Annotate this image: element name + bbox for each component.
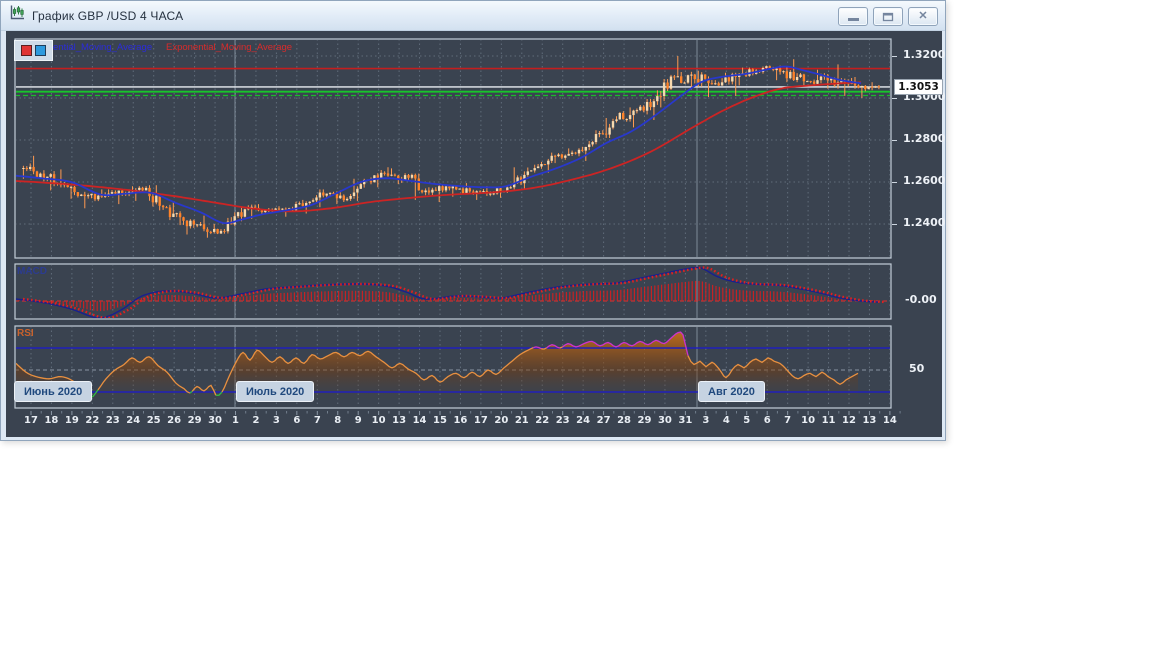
close-icon: ✕ [918,10,928,22]
current-price-tag: 1.3053 [894,79,943,95]
candles-layer [22,56,880,238]
gridlines [30,40,890,257]
indicator-red-button[interactable] [21,45,32,56]
window-controls: ✕ [833,7,938,26]
macd-layer [16,266,890,318]
macd-axis-label: -0.00 [905,293,937,306]
chart-icon [8,4,26,27]
price-axis-label: 1.2600 [903,174,946,187]
month-label: Июнь 2020 [14,381,93,402]
price-axis-label: 1.2400 [903,216,946,229]
chart-client-area: ential_Moving_Average Exponential_Moving… [6,31,946,437]
restore-button[interactable] [873,7,903,26]
price-axis-tick [892,98,897,99]
macd-panel-label: MACD [17,266,47,277]
minimize-button[interactable] [838,7,868,26]
price-axis-tick [892,56,897,57]
window-titlebar[interactable]: График GBP /USD 4 ЧАСА ✕ [1,1,945,31]
window-title: График GBP /USD 4 ЧАСА [32,8,184,23]
chart-surface[interactable] [6,31,942,437]
close-button[interactable]: ✕ [908,7,938,26]
price-axis-label: 1.3200 [903,48,946,61]
ema-fast-line [16,65,862,225]
ema-fast-legend-label: ential_Moving_Average [53,42,153,53]
price-axis-tick [892,224,897,225]
time-axis-label: 14 [882,415,897,426]
ema-slow-legend-label: Exponential_Moving_Average [166,42,293,53]
price-axis-tick [892,140,897,141]
rsi-axis-label: 50 [909,362,925,375]
minimize-icon [847,18,859,21]
indicator-buttons [14,40,53,61]
month-label: Июль 2020 [236,381,315,402]
restore-icon [882,12,894,21]
price-axis-label: 1.2800 [903,132,946,145]
price-axis-tick [892,182,897,183]
chart-window: График GBP /USD 4 ЧАСА ✕ ential_Moving_A… [0,0,946,441]
page-background: { "window": {"title": "График GBP /USD 4… [0,0,1152,648]
rsi-panel-label: RSI [17,328,34,339]
indicator-blue-button[interactable] [35,45,46,56]
month-label: Авг 2020 [698,381,765,402]
